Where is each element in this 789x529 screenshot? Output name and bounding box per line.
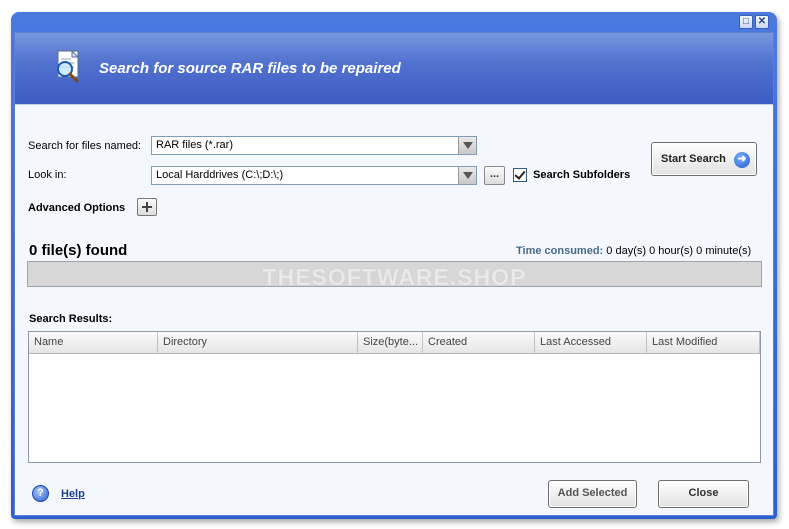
browse-button[interactable]: ... — [484, 166, 505, 185]
column-header-last-modified[interactable]: Last Modified — [647, 332, 760, 353]
start-search-button[interactable]: Start Search ➜ — [651, 142, 757, 176]
files-named-value: RAR files (*.rar) — [156, 139, 234, 151]
advanced-options-label: Advanced Options — [28, 202, 126, 214]
add-selected-button[interactable]: Add Selected — [548, 480, 637, 508]
document-search-icon — [57, 49, 80, 83]
look-in-combo[interactable]: Local Harddrives (C:\;D:\;) — [151, 166, 477, 185]
files-found-text: 0 file(s) found — [29, 242, 128, 259]
column-header-size[interactable]: Size(byte... — [358, 332, 423, 353]
dialog-client-area: Search for source RAR files to be repair… — [14, 32, 774, 516]
time-consumed: Time consumed: 0 day(s) 0 hour(s) 0 minu… — [516, 245, 751, 257]
results-list[interactable]: Name Directory Size(byte... Created Last… — [28, 331, 761, 463]
chevron-down-icon[interactable] — [458, 137, 476, 154]
expand-advanced-plus-icon[interactable] — [137, 198, 157, 216]
results-header: Name Directory Size(byte... Created Last… — [29, 332, 760, 354]
chevron-down-icon[interactable] — [458, 167, 476, 184]
time-consumed-value: 0 day(s) 0 hour(s) 0 minute(s) — [606, 245, 752, 257]
help-icon[interactable]: ? — [32, 485, 49, 502]
column-header-name[interactable]: Name — [29, 332, 158, 353]
close-button[interactable]: Close — [658, 480, 749, 508]
title-bar: □ ✕ — [11, 12, 777, 34]
time-consumed-label: Time consumed: — [516, 245, 604, 257]
help-link[interactable]: Help — [61, 488, 85, 500]
search-results-label: Search Results: — [29, 313, 113, 325]
column-header-last-accessed[interactable]: Last Accessed — [535, 332, 647, 353]
search-subfolders-checkbox[interactable] — [513, 168, 527, 182]
arrow-right-circle-icon: ➜ — [734, 152, 750, 168]
search-progress-bar: THESOFTWARE.SHOP — [27, 261, 762, 290]
header-banner: Search for source RAR files to be repair… — [15, 33, 773, 105]
watermark-text: THESOFTWARE.SHOP — [262, 264, 527, 290]
files-named-combo[interactable]: RAR files (*.rar) — [151, 136, 477, 155]
close-window-button[interactable]: ✕ — [755, 15, 769, 29]
search-subfolders-label: Search Subfolders — [533, 169, 631, 181]
look-in-value: Local Harddrives (C:\;D:\;) — [156, 169, 284, 181]
header-title: Search for source RAR files to be repair… — [99, 60, 401, 77]
column-header-created[interactable]: Created — [423, 332, 535, 353]
files-named-label: Search for files named: — [28, 140, 142, 152]
close-label: Close — [688, 487, 719, 499]
main-window: □ ✕ Search for source RAR files to be re… — [11, 12, 777, 519]
column-header-directory[interactable]: Directory — [158, 332, 358, 353]
maximize-button[interactable]: □ — [739, 15, 753, 29]
start-search-label: Start Search — [661, 153, 726, 165]
add-selected-label: Add Selected — [557, 487, 628, 499]
look-in-label: Look in: — [28, 169, 67, 181]
